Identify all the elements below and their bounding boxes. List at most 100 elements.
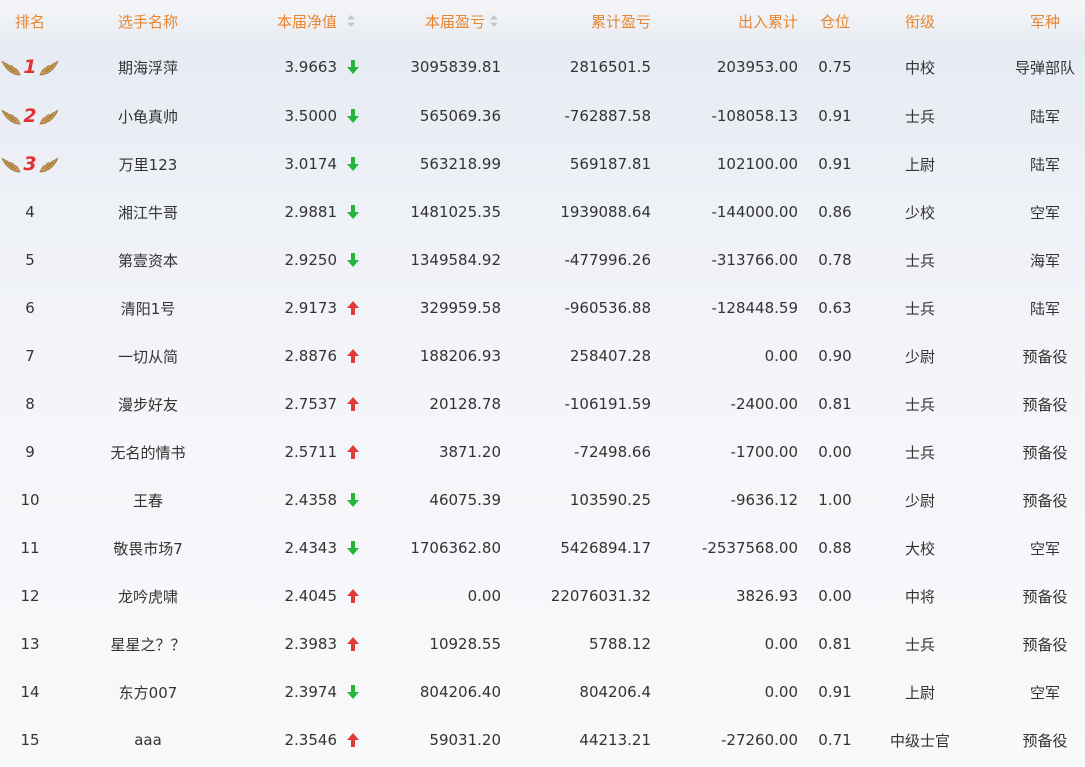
cumulative-profit: 103590.25 (569, 491, 651, 509)
table-row[interactable]: 12 龙吟虎啸 2.4045 0.00 22076031.32 3826.93 0.00 中将… (0, 572, 1085, 620)
table-row[interactable]: 10 王春 2.4358 46075.39 103590.25 -9636.12 1.00 少… (0, 476, 1085, 524)
session-profit: 1349584.92 (410, 251, 501, 269)
table-row[interactable]: 8 漫步好友 2.7537 20128.78 -106191.59 -2400.00 0.8… (0, 380, 1085, 428)
position-ratio: 0.00 (818, 443, 852, 461)
player-name[interactable]: 东方007 (88, 668, 208, 716)
header-name[interactable]: 选手名称 (88, 0, 208, 42)
wing-icon (39, 109, 58, 125)
net-value: 2.3983 (284, 635, 338, 653)
net-value: 3.5000 (284, 107, 338, 125)
rank-number: 10 (20, 491, 40, 509)
military-branch: 预备役 (1022, 635, 1068, 654)
header-rank-title[interactable]: 衔级 (880, 0, 960, 42)
in-out-total: -128448.59 (711, 299, 798, 317)
arrow-down-icon (340, 188, 366, 236)
table-row[interactable]: 3 万里123 3.0174 563218.99 569187.81 102100.00 0… (0, 140, 1085, 188)
table-row[interactable]: 2 小龟真帅 3.5000 565069.36 -762887.58 -108058.13… (0, 92, 1085, 140)
header-nav[interactable]: 本届净值 (220, 0, 337, 42)
arrow-up-icon (340, 428, 366, 476)
player-name[interactable]: 小龟真帅 (88, 92, 208, 140)
rank-number: 2 (23, 105, 37, 127)
table-row[interactable]: 6 清阳1号 2.9173 329959.58 -960536.88 -128448.59… (0, 284, 1085, 332)
player-name[interactable]: 敬畏市场7 (88, 524, 208, 572)
military-rank: 上尉 (904, 683, 935, 702)
arrow-down-icon (340, 476, 366, 524)
rank-medal: 2 (0, 92, 60, 140)
session-profit: 1481025.35 (410, 203, 501, 221)
table-row[interactable]: 15 aaa 2.3546 59031.20 44213.21 -27260.00 0.71… (0, 716, 1085, 764)
table-row[interactable]: 1 期海浮萍 3.9663 3095839.81 2816501.5 203953.00 0… (0, 42, 1085, 92)
cumulative-profit: -72498.66 (574, 443, 651, 461)
military-branch: 空军 (1029, 539, 1060, 558)
table-row[interactable]: 7 一切从简 2.8876 188206.93 258407.28 0.00 0.90 少尉 预… (0, 332, 1085, 380)
table-row[interactable]: 9 无名的情书 2.5711 3871.20 -72498.66 -1700.00 0.00… (0, 428, 1085, 476)
cumulative-profit: 5788.12 (588, 635, 651, 653)
player-name[interactable]: 第壹资本 (88, 236, 208, 284)
position-ratio: 0.88 (818, 539, 852, 557)
position-ratio: 1.00 (818, 491, 852, 509)
rank-number: 7 (25, 347, 35, 365)
session-profit: 804206.40 (419, 683, 501, 701)
table-row[interactable]: 13 星星之？？ 2.3983 10928.55 5788.12 0.00 0.81 士兵 预备… (0, 620, 1085, 668)
military-rank: 士兵 (904, 443, 935, 462)
military-branch: 导弹部队 (1014, 58, 1075, 77)
player-name[interactable]: 清阳1号 (88, 284, 208, 332)
rank-number: 4 (25, 203, 35, 221)
player-name[interactable]: 湘江牛哥 (88, 188, 208, 236)
in-out-total: -144000.00 (711, 203, 798, 221)
in-out-total: -313766.00 (711, 251, 798, 269)
position-ratio: 0.75 (818, 58, 852, 76)
cumulative-profit: 2816501.5 (569, 58, 651, 76)
header-cum-profit[interactable]: 累计盈亏 (510, 0, 651, 42)
rank-number: 15 (20, 731, 40, 749)
sort-nav-icon[interactable] (346, 0, 356, 42)
player-name[interactable]: aaa (88, 716, 208, 764)
arrow-down-icon (340, 92, 366, 140)
player-name[interactable]: 漫步好友 (88, 380, 208, 428)
player-name[interactable]: 星星之？？ (88, 620, 208, 668)
in-out-total: 3826.93 (735, 587, 798, 605)
header-io[interactable]: 出入累计 (660, 0, 798, 42)
net-value: 2.9881 (284, 203, 338, 221)
session-profit: 329959.58 (419, 299, 501, 317)
position-ratio: 0.00 (818, 587, 852, 605)
military-rank: 中将 (904, 587, 935, 606)
session-profit: 10928.55 (429, 635, 501, 653)
military-rank: 上尉 (904, 155, 935, 174)
table-row[interactable]: 4 湘江牛哥 2.9881 1481025.35 1939088.64 -144000.0… (0, 188, 1085, 236)
arrow-down-icon (340, 524, 366, 572)
header-branch[interactable]: 军种 (1005, 0, 1085, 42)
player-name[interactable]: 期海浮萍 (88, 42, 208, 92)
table-row[interactable]: 11 敬畏市场7 2.4343 1706362.80 5426894.17 -253756… (0, 524, 1085, 572)
cumulative-profit: 22076031.32 (550, 587, 651, 605)
arrow-up-icon (340, 716, 366, 764)
table-header: 排名 选手名称 本届净值 本届盈亏 累计盈亏 出入累计 仓位 衔级 军种 (0, 0, 1085, 42)
table-row[interactable]: 5 第壹资本 2.9250 1349584.92 -477996.26 -313766.0… (0, 236, 1085, 284)
header-position[interactable]: 仓位 (805, 0, 865, 42)
rank-medal: 1 (0, 42, 60, 92)
position-ratio: 0.91 (818, 683, 852, 701)
player-name[interactable]: 王春 (88, 476, 208, 524)
rank-number: 5 (25, 251, 35, 269)
rank-number: 8 (25, 395, 35, 413)
session-profit: 1706362.80 (410, 539, 501, 557)
table-row[interactable]: 14 东方007 2.3974 804206.40 804206.4 0.00 0.91 上尉… (0, 668, 1085, 716)
player-name[interactable]: 一切从简 (88, 332, 208, 380)
cumulative-profit: 569187.81 (569, 155, 651, 173)
player-name[interactable]: 无名的情书 (88, 428, 208, 476)
session-profit: 0.00 (467, 587, 501, 605)
sort-profit-icon[interactable] (489, 0, 499, 42)
in-out-total: -2537568.00 (701, 539, 798, 557)
cumulative-profit: 44213.21 (579, 731, 651, 749)
player-name[interactable]: 龙吟虎啸 (88, 572, 208, 620)
military-rank: 士兵 (904, 395, 935, 414)
header-rank[interactable]: 排名 (0, 0, 60, 42)
in-out-total: 0.00 (764, 347, 798, 365)
header-profit[interactable]: 本届盈亏 (380, 0, 485, 42)
net-value: 2.4343 (284, 539, 338, 557)
rank-number: 14 (20, 683, 40, 701)
ranking-table-body: 1 期海浮萍 3.9663 3095839.81 2816501.5 203953.00 0… (0, 42, 1085, 764)
player-name[interactable]: 万里123 (88, 140, 208, 188)
position-ratio: 0.86 (818, 203, 852, 221)
military-branch: 陆军 (1029, 299, 1060, 318)
